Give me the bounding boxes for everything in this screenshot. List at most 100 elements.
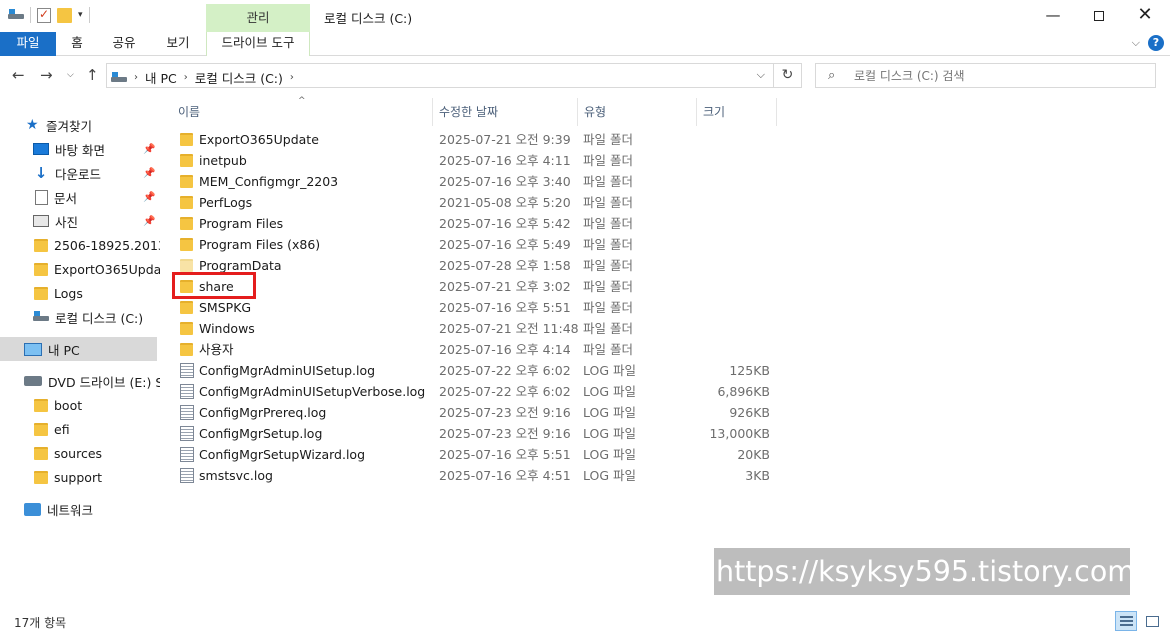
file-name: SMSPKG <box>199 300 252 315</box>
breadcrumb-separator[interactable]: › <box>290 72 294 83</box>
file-name: Program Files <box>199 216 284 231</box>
tab-home[interactable]: 홈 <box>56 32 98 56</box>
computer-icon <box>24 342 42 356</box>
sidebar-item-local-disk[interactable]: 로컬 디스크 (C:) <box>0 305 157 329</box>
sidebar-item-documents[interactable]: 문서 📌 <box>0 185 157 209</box>
folder-row[interactable]: inetpub 2025-07-16 오후 4:11 파일 폴더 <box>174 150 784 171</box>
desktop-icon <box>33 143 49 155</box>
sidebar-item-this-pc[interactable]: 내 PC <box>0 337 157 361</box>
column-header-size[interactable]: 크기 <box>697 100 777 124</box>
folder-row[interactable]: Windows 2025-07-21 오전 11:48 파일 폴더 <box>174 318 784 339</box>
folder-row[interactable]: ExportO365Update 2025-07-21 오전 9:39 파일 폴더 <box>174 129 784 150</box>
folder-row[interactable]: PerfLogs 2021-05-08 오후 5:20 파일 폴더 <box>174 192 784 213</box>
pin-icon: 📌 <box>143 191 156 203</box>
file-row[interactable]: ConfigMgrSetupWizard.log 2025-07-16 오후 5:… <box>174 444 784 465</box>
file-date: 2025-07-28 오후 1:58 <box>439 258 571 273</box>
folder-row[interactable]: MEM_Configmgr_2203 2025-07-16 오후 3:40 파일 폴… <box>174 171 784 192</box>
breadcrumb: › 내 PC › 로컬 디스크 (C:) › <box>111 68 294 87</box>
file-row[interactable]: smstsvc.log 2025-07-16 오후 4:51 LOG 파일 3KB <box>174 465 784 486</box>
file-type: LOG 파일 <box>583 468 637 483</box>
sidebar-item-desktop[interactable]: 바탕 화면 📌 <box>0 137 157 161</box>
close-button[interactable]: ✕ <box>1122 0 1168 30</box>
folder-row[interactable]: Program Files (x86) 2025-07-16 오후 5:49 파일 … <box>174 234 784 255</box>
search-box[interactable]: ⌕ <box>815 63 1156 88</box>
maximize-button[interactable] <box>1076 0 1122 30</box>
file-date: 2025-07-16 오후 3:40 <box>439 174 571 189</box>
breadcrumb-this-pc[interactable]: 내 PC <box>145 68 177 87</box>
folder-row[interactable]: ProgramData 2025-07-28 오후 1:58 파일 폴더 <box>174 255 784 276</box>
file-row[interactable]: ConfigMgrAdminUISetup.log 2025-07-22 오후 6… <box>174 360 784 381</box>
refresh-button[interactable]: ↻ <box>774 63 802 88</box>
drive-icon <box>8 9 24 21</box>
address-bar[interactable]: › 내 PC › 로컬 디스크 (C:) › ⌵ <box>106 63 774 88</box>
breadcrumb-separator[interactable]: › <box>184 72 188 83</box>
sidebar-item-logs[interactable]: Logs <box>0 281 157 305</box>
sidebar-item-label: 2506-18925.20138 <box>54 237 160 253</box>
file-date: 2025-07-21 오전 11:48 <box>439 321 579 336</box>
folder-row[interactable]: share 2025-07-21 오후 3:02 파일 폴더 <box>174 276 784 297</box>
navigation-bar: ← → ⌵ ↑ › 내 PC › 로컬 디스크 (C:) › ⌵ ↻ ⌕ <box>0 56 1170 96</box>
search-input[interactable] <box>854 67 1144 84</box>
address-history-chevron-icon[interactable]: ⌵ <box>757 68 765 82</box>
file-type: 파일 폴더 <box>583 216 633 231</box>
folder-row[interactable]: 사용자 2025-07-16 오후 4:14 파일 폴더 <box>174 339 784 360</box>
star-icon: ★ <box>26 117 39 133</box>
log-file-icon <box>180 363 194 378</box>
breadcrumb-local-disk[interactable]: 로컬 디스크 (C:) <box>195 68 283 87</box>
drive-icon <box>33 311 49 323</box>
sidebar-item-efi[interactable]: efi <box>0 417 157 441</box>
file-date: 2025-07-16 오후 4:14 <box>439 342 571 357</box>
details-view-button[interactable] <box>1115 611 1137 631</box>
file-row[interactable]: ConfigMgrPrereq.log 2025-07-23 오전 9:16 LOG… <box>174 402 784 423</box>
folder-icon <box>180 301 193 314</box>
tab-share[interactable]: 공유 <box>98 32 150 56</box>
file-size: 6,896KB <box>717 384 770 399</box>
file-row[interactable]: ConfigMgrSetup.log 2025-07-23 오전 9:16 LOG … <box>174 423 784 444</box>
back-button[interactable]: ← <box>12 66 25 84</box>
sidebar-item-downloads[interactable]: ↓ 다운로드 📌 <box>0 161 157 185</box>
folder-row[interactable]: SMSPKG 2025-07-16 오후 5:51 파일 폴더 <box>174 297 784 318</box>
new-folder-icon[interactable] <box>57 7 72 23</box>
sidebar-item-quick-access[interactable]: ★ 즐겨찾기 <box>0 113 157 137</box>
properties-icon[interactable] <box>37 7 51 23</box>
sidebar-item-pictures[interactable]: 사진 📌 <box>0 209 157 233</box>
sidebar-item-recent-folder[interactable]: 2506-18925.20138 <box>0 233 160 257</box>
folder-row[interactable]: Program Files 2025-07-16 오후 5:42 파일 폴더 <box>174 213 784 234</box>
sidebar-item-boot[interactable]: boot <box>0 393 157 417</box>
column-header-name[interactable]: 이름 <box>172 100 432 124</box>
breadcrumb-separator[interactable]: › <box>134 72 138 83</box>
minimize-button[interactable]: — <box>1030 0 1076 30</box>
large-icons-view-button[interactable] <box>1141 611 1163 631</box>
folder-icon <box>180 196 193 209</box>
manage-context-tab[interactable]: 관리 <box>206 4 310 32</box>
file-name: inetpub <box>199 153 247 168</box>
up-button[interactable]: ↑ <box>86 66 99 84</box>
file-type: LOG 파일 <box>583 363 637 378</box>
file-name: Program Files (x86) <box>199 237 321 252</box>
file-name: ConfigMgrAdminUISetupVerbose.log <box>199 384 426 399</box>
sidebar-item-dvd-drive[interactable]: DVD 드라이브 (E:) S <box>0 369 160 393</box>
sidebar-item-label: 네트워크 <box>47 502 94 518</box>
folder-icon <box>34 238 48 252</box>
sidebar-item-support[interactable]: support <box>0 465 157 489</box>
sidebar-item-sources[interactable]: sources <box>0 441 157 465</box>
file-row[interactable]: ConfigMgrAdminUISetupVerbose.log 2025-07-… <box>174 381 784 402</box>
file-size: 13,000KB <box>709 426 770 441</box>
column-header-type[interactable]: 유형 <box>578 100 696 124</box>
recent-locations-chevron-icon[interactable]: ⌵ <box>67 70 74 80</box>
sidebar-item-network[interactable]: 네트워크 <box>0 497 157 521</box>
expand-ribbon-chevron-icon[interactable]: ⌵ <box>1132 36 1140 50</box>
large-icons-view-icon <box>1146 616 1159 627</box>
tab-drive-tools[interactable]: 드라이브 도구 <box>206 32 310 56</box>
customize-toolbar-chevron-icon[interactable]: ▾ <box>78 10 83 20</box>
column-header-date[interactable]: 수정한 날짜 <box>433 100 577 124</box>
help-icon[interactable]: ? <box>1148 35 1164 51</box>
tab-view[interactable]: 보기 <box>150 32 206 56</box>
sidebar-item-exporto365update[interactable]: ExportO365Update <box>0 257 160 281</box>
folder-icon <box>180 259 193 272</box>
forward-button[interactable]: → <box>40 66 53 84</box>
file-name: ConfigMgrAdminUISetup.log <box>199 363 376 378</box>
details-view-icon <box>1120 616 1133 627</box>
column-divider[interactable] <box>776 98 777 126</box>
tab-file[interactable]: 파일 <box>0 32 56 56</box>
